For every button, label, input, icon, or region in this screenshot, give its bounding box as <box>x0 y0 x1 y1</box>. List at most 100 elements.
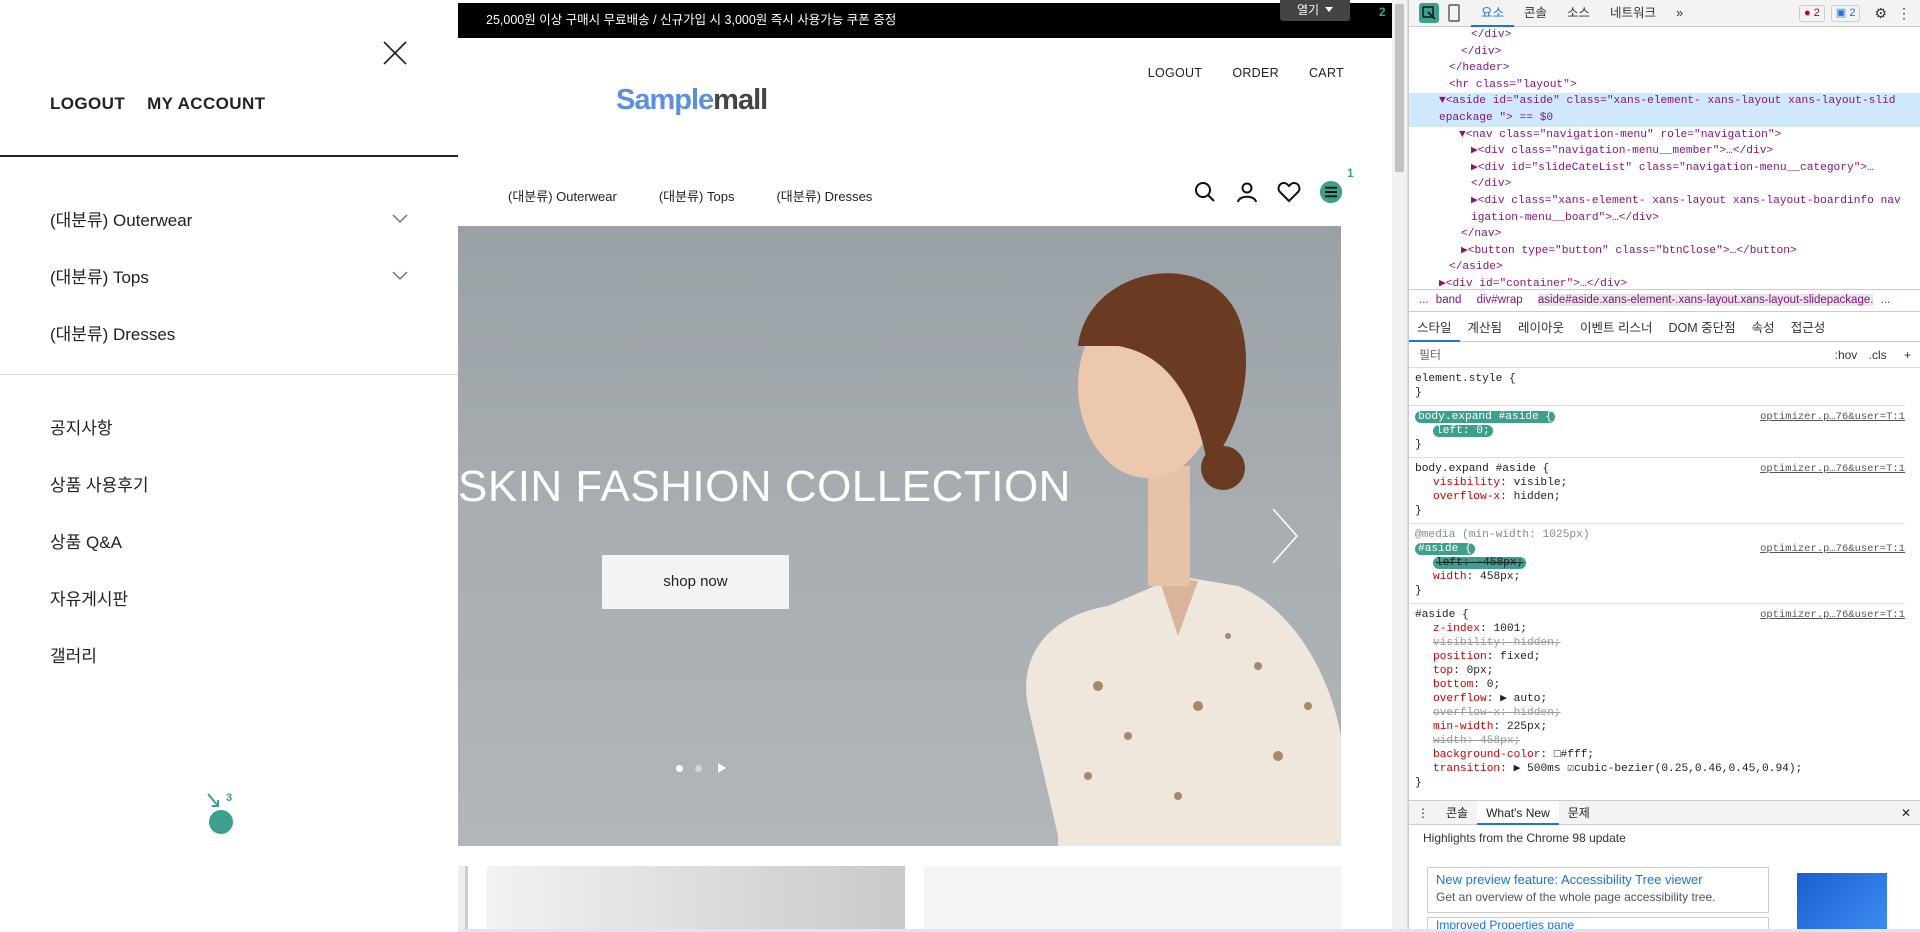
page-scrollbar[interactable] <box>1392 0 1408 932</box>
dom-line-selected[interactable]: ▼<aside id="aside" class="xans-element- … <box>1409 93 1920 110</box>
hero-banner[interactable]: SKIN FASHION COLLECTION shop now <box>458 226 1341 846</box>
subtab-layout[interactable]: 레이아웃 <box>1510 314 1572 342</box>
breadcrumb-item[interactable]: ... <box>1881 294 1891 306</box>
message-count-badge[interactable]: ▣ 2 <box>1830 4 1861 22</box>
rule-source-link[interactable]: optimizer.p…76&user=T:1 <box>1760 410 1905 424</box>
css-property[interactable]: overflow-x: hidden; <box>1415 706 1899 720</box>
logout-link[interactable]: LOGOUT <box>50 94 125 114</box>
subtab-event-listeners[interactable]: 이벤트 리스너 <box>1572 314 1660 342</box>
cls-toggle[interactable]: .cls <box>1869 348 1887 362</box>
chevron-down-icon[interactable] <box>392 214 408 224</box>
category-item-outerwear[interactable]: (대분류) Outerwear <box>50 190 408 247</box>
board-item-free[interactable]: 자유게시판 <box>50 571 149 628</box>
shop-now-button[interactable]: shop now <box>602 555 789 609</box>
nav-item-tops[interactable]: (대분류) Tops <box>659 186 735 205</box>
dom-line[interactable]: </div> <box>1409 176 1920 193</box>
drawer-tab-whats-new[interactable]: What's New <box>1477 800 1559 825</box>
board-item-gallery[interactable]: 갤러리 <box>50 628 149 685</box>
cart-link[interactable]: CART <box>1309 66 1344 80</box>
css-property[interactable]: position: fixed; <box>1415 650 1899 664</box>
subtab-computed[interactable]: 계산됨 <box>1460 314 1511 342</box>
breadcrumb-item[interactable]: band <box>1436 294 1462 306</box>
close-icon[interactable] <box>380 38 410 68</box>
chevron-right-icon[interactable] <box>1270 506 1300 566</box>
filter-input[interactable]: 필터 <box>1419 348 1441 362</box>
css-property[interactable]: left: 0; <box>1415 424 1899 438</box>
category-item-tops[interactable]: (대분류) Tops <box>50 247 408 304</box>
kebab-menu-icon[interactable]: ⋮ <box>1897 5 1911 22</box>
dom-line[interactable]: </div> <box>1409 27 1920 44</box>
css-property[interactable]: left: -458px; <box>1415 556 1899 570</box>
settings-gear-icon[interactable]: ⚙ <box>1874 5 1887 22</box>
css-property[interactable]: z-index: 1001; <box>1415 622 1899 636</box>
inspect-element-icon[interactable] <box>1419 3 1439 23</box>
nav-item-dresses[interactable]: (대분류) Dresses <box>776 186 872 205</box>
slide-dot-active[interactable] <box>676 764 683 772</box>
css-property[interactable]: bottom: 0; <box>1415 678 1899 692</box>
css-rule[interactable]: body.expand #aside { optimizer.p…76&user… <box>1409 458 1905 524</box>
language-toggle[interactable]: 열기 <box>1280 0 1350 21</box>
board-item-qna[interactable]: 상품 Q&A <box>50 514 149 571</box>
dom-line[interactable]: igation-menu__board">…</div> <box>1409 210 1920 227</box>
close-icon[interactable]: ✕ <box>1891 806 1920 820</box>
rule-source-link[interactable]: optimizer.p…76&user=T:1 <box>1760 542 1905 556</box>
styles-filter[interactable]: 필터 :hov .cls + <box>1409 342 1920 368</box>
logout-link[interactable]: LOGOUT <box>1148 66 1203 80</box>
heart-icon[interactable] <box>1277 180 1301 204</box>
product-thumb[interactable] <box>458 866 468 932</box>
order-link[interactable]: ORDER <box>1232 66 1279 80</box>
subtab-properties[interactable]: 속성 <box>1744 314 1783 342</box>
breadcrumb-item[interactable]: ... <box>1419 294 1429 306</box>
my-account-link[interactable]: MY ACCOUNT <box>147 94 265 114</box>
breadcrumb-item[interactable]: div#wrap <box>1477 294 1523 306</box>
dom-line[interactable]: </aside> <box>1409 259 1920 276</box>
css-property[interactable]: visibility: visible; <box>1415 476 1899 490</box>
dom-line[interactable]: ▶<div class="xans-element- xans-layout x… <box>1409 193 1920 210</box>
slide-dot[interactable] <box>695 764 702 772</box>
css-property[interactable]: overflow: ▶ auto; <box>1415 692 1899 706</box>
board-item-reviews[interactable]: 상품 사용후기 <box>50 457 149 514</box>
css-rule[interactable]: element.style { } <box>1409 368 1905 406</box>
subtab-styles[interactable]: 스타일 <box>1409 314 1460 342</box>
scrollbar-thumb[interactable] <box>1395 4 1404 172</box>
drawer-tab-issues[interactable]: 문제 <box>1559 801 1599 825</box>
tab-console[interactable]: 콘솔 <box>1514 0 1557 27</box>
dom-line[interactable]: ▶<button type="button" class="btnClose">… <box>1409 243 1920 260</box>
rule-source-link[interactable]: optimizer.p…76&user=T:1 <box>1760 462 1905 476</box>
css-property[interactable]: width: 458px; <box>1415 734 1899 748</box>
drawer-tab-console[interactable]: 콘솔 <box>1437 801 1477 825</box>
tab-sources[interactable]: 소스 <box>1557 0 1600 27</box>
search-icon[interactable] <box>1193 180 1217 204</box>
product-thumb[interactable] <box>924 866 1341 932</box>
dom-line[interactable]: ▶<div id="container">…</div> <box>1409 276 1920 289</box>
dom-line[interactable]: ▼<nav class="navigation-menu" role="navi… <box>1409 127 1920 144</box>
css-rule[interactable]: #aside { optimizer.p…76&user=T:1 z-index… <box>1409 604 1905 788</box>
dom-line[interactable]: <hr class="layout"> <box>1409 77 1920 94</box>
new-rule-button[interactable]: + <box>1904 348 1911 362</box>
css-rule[interactable]: body.expand #aside { optimizer.p…76&user… <box>1409 406 1905 458</box>
dom-line-selected[interactable]: epackage "> == $0 <box>1409 109 1920 127</box>
site-logo[interactable]: Samplemall <box>616 84 768 117</box>
tab-elements[interactable]: 요소 <box>1471 0 1515 27</box>
subtab-accessibility[interactable]: 접근성 <box>1783 314 1834 342</box>
css-property[interactable]: top: 0px; <box>1415 664 1899 678</box>
css-property[interactable]: transition: ▶ 500ms ☑cubic-bezier(0.25,0… <box>1415 762 1899 776</box>
breadcrumb-item-selected[interactable]: aside#aside.xans-element-.xans-layout.xa… <box>1537 294 1874 306</box>
css-property[interactable]: visibility: hidden; <box>1415 636 1899 650</box>
error-count-badge[interactable]: ● 2 <box>1799 4 1825 22</box>
device-toolbar-icon[interactable] <box>1445 4 1463 22</box>
kebab-menu-icon[interactable]: ⋮ <box>1409 806 1437 820</box>
dom-tree[interactable]: </div> </div> </header> <hr class="layou… <box>1409 27 1920 289</box>
dom-line[interactable]: </div> <box>1409 44 1920 61</box>
dom-line[interactable]: </nav> <box>1409 226 1920 243</box>
nav-item-outerwear[interactable]: (대분류) Outerwear <box>508 186 617 205</box>
dom-line[interactable]: ▶<div id="slideCateList" class="navigati… <box>1409 160 1920 177</box>
user-icon[interactable] <box>1235 180 1259 204</box>
css-property[interactable]: overflow-x: hidden; <box>1415 490 1899 504</box>
dom-line[interactable]: </header> <box>1409 60 1920 77</box>
css-property[interactable]: width: 458px; <box>1415 570 1899 584</box>
dom-line[interactable]: ▶<div class="navigation-menu__member">…<… <box>1409 143 1920 160</box>
css-rule[interactable]: @media (min-width: 1025px) #aside { opti… <box>1409 524 1905 604</box>
tab-network[interactable]: 네트워크 <box>1600 0 1666 27</box>
chevron-down-icon[interactable] <box>392 271 408 281</box>
